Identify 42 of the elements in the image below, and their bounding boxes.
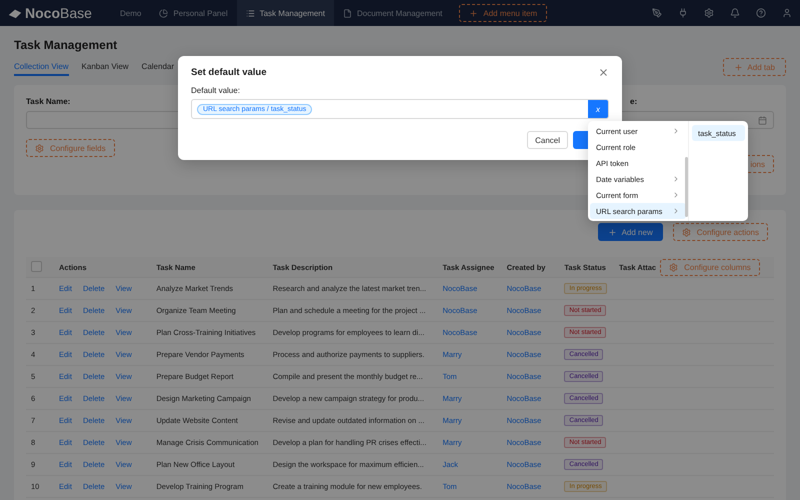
- plus-icon: [469, 8, 478, 18]
- close-button[interactable]: [598, 67, 609, 78]
- configure-actions-button[interactable]: Configure actions: [672, 223, 768, 241]
- file-icon: [342, 8, 352, 18]
- configure-columns-button[interactable]: Configure columns: [660, 258, 760, 276]
- scrollbar: [685, 157, 688, 217]
- settings-icon: [669, 262, 678, 272]
- plug-icon[interactable]: [678, 8, 688, 18]
- dialog-title: Set default value: [191, 67, 266, 78]
- logo-icon: [8, 8, 22, 18]
- chevron-right-icon: [672, 127, 680, 135]
- nav-menu-item[interactable]: Task Management: [236, 0, 334, 26]
- field-label: Default value:: [191, 86, 241, 95]
- calendar-icon: [758, 116, 767, 124]
- user-icon[interactable]: [782, 8, 792, 18]
- field-label: e:: [629, 97, 638, 106]
- settings-icon: [35, 144, 44, 152]
- add-menu-item-button[interactable]: Add menu item: [459, 4, 548, 22]
- settings-icon: [682, 228, 691, 236]
- pen-icon[interactable]: [652, 8, 662, 18]
- bell-icon[interactable]: [730, 8, 740, 18]
- page-tab[interactable]: Collection View: [14, 58, 69, 76]
- field-label: Task Name:: [26, 97, 72, 106]
- page-title: Task Management: [14, 38, 118, 52]
- add-tab-button[interactable]: Add tab: [723, 58, 786, 76]
- close-icon: [598, 67, 609, 78]
- variable-button[interactable]: x: [588, 100, 608, 118]
- settings-icon[interactable]: [704, 8, 714, 18]
- select-all-checkbox[interactable]: [31, 260, 42, 272]
- pie-chart-icon: [159, 8, 168, 18]
- add-new-button[interactable]: Add new: [598, 223, 663, 241]
- nav-menu-item[interactable]: Personal Panel: [150, 0, 237, 26]
- help-icon[interactable]: [756, 8, 766, 18]
- page-tab[interactable]: Calendar: [142, 58, 174, 76]
- list-icon: [246, 8, 255, 18]
- configure-fields-button[interactable]: Configure fields: [26, 139, 115, 157]
- nav-menu-item[interactable]: Demo: [111, 0, 150, 26]
- page-tab[interactable]: Kanban View: [82, 58, 129, 76]
- nav-menu-item[interactable]: Document Management: [334, 0, 452, 26]
- cancel-button[interactable]: Cancel: [527, 131, 568, 149]
- plus-icon: [734, 62, 744, 72]
- plus-icon: [608, 228, 617, 236]
